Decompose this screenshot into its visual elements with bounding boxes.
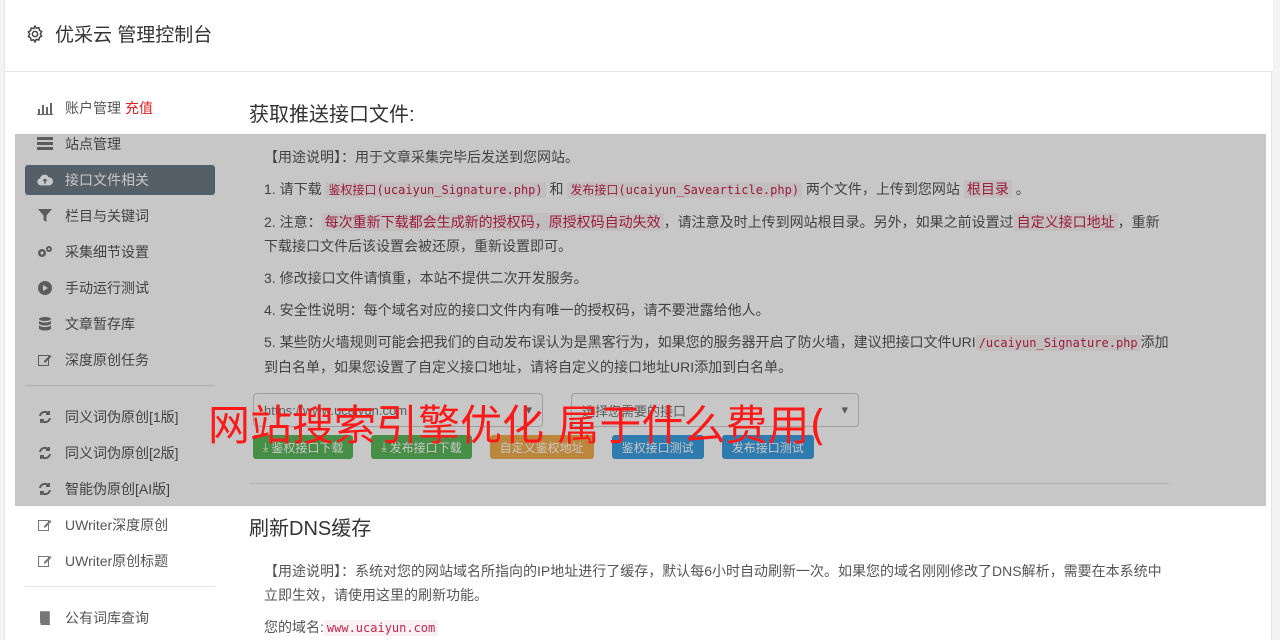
sidebar-item-synonym-v1[interactable]: 同义词伪原创[1版]	[25, 402, 215, 432]
sidebar: 账户管理 充值 站点管理 接口文件相关 栏目与关键词 采集细节设置 手动运行测试…	[25, 93, 215, 639]
usage-text: ：用于文章采集完毕后发送到您网站。	[341, 149, 579, 165]
sidebar-item-label: UWriter原创标题	[65, 553, 169, 569]
sidebar-item-label: 采集细节设置	[65, 244, 149, 260]
sidebar-item-uwriter-deep[interactable]: UWriter深度原创	[25, 510, 215, 540]
domain-value: www.ucaiyun.com	[323, 620, 439, 636]
sidebar-item-label: 深度原创任务	[65, 352, 149, 368]
sidebar-item-uwriter-title[interactable]: UWriter原创标题	[25, 546, 215, 576]
sidebar-item-deep-original[interactable]: 深度原创任务	[25, 345, 215, 375]
sidebar-item-label: 栏目与关键词	[65, 208, 149, 224]
chevron-down-icon: ▾	[841, 402, 848, 417]
edit-icon	[37, 553, 53, 569]
instruction-3: 3. 修改接口文件请慎重，本站不提供二次开发服务。	[264, 270, 588, 286]
top-bar: 优采云 管理控制台	[5, 0, 1273, 72]
refresh-icon	[37, 409, 53, 425]
section-title-dns: 刷新DNS缓存	[249, 518, 372, 540]
warning-highlight: 每次重新下载都会生成新的授权码，原授权码自动失效	[321, 213, 664, 231]
main-content: 获取推送接口文件: 【用途说明】：用于文章采集完毕后发送到您网站。 1. 请下载…	[249, 98, 1169, 640]
usage-label: 【用途说明】	[264, 563, 341, 579]
publish-file-name: 发布接口(ucaiyun_Savearticle.php)	[567, 182, 803, 198]
signature-uri: /ucaiyun_Signature.php	[975, 335, 1141, 351]
sidebar-item-public-thesaurus[interactable]: 公有词库查询	[25, 603, 215, 633]
instruction-4: 4. 安全性说明：每个域名对应的接口文件内有唯一的授权码，请不要泄露给他人。	[264, 302, 770, 318]
sidebar-item-label: 同义词伪原创[1版]	[65, 409, 179, 425]
instruction-1: 1. 请下载 鉴权接口(ucaiyun_Signature.php) 和 发布接…	[249, 177, 1169, 202]
sidebar-item-sites[interactable]: 站点管理	[25, 129, 215, 159]
domain-row: 您的域名: www.ucaiyun.com	[249, 615, 1169, 640]
usage-label: 【用途说明】	[264, 149, 341, 165]
database-icon	[37, 316, 53, 332]
instruction-5: 5. 某些防火墙规则可能会把我们的自动发布误认为是黑客行为，如果您的服务器开启了…	[249, 330, 1169, 379]
sidebar-item-label: 同义词伪原创[2版]	[65, 445, 179, 461]
sidebar-item-label: 接口文件相关	[65, 172, 149, 188]
dns-usage-note: 【用途说明】：系统对您的网站域名所指向的IP地址进行了缓存，默认每6小时自动刷新…	[249, 559, 1169, 607]
sidebar-item-label: 账户管理	[65, 100, 121, 116]
cogs-icon	[37, 244, 53, 260]
app-title: 优采云 管理控制台	[55, 25, 213, 46]
filter-icon	[37, 208, 53, 224]
sidebar-item-label: 公有词库查询	[65, 610, 149, 626]
text: 。	[1011, 181, 1030, 197]
section-title-push-files: 获取推送接口文件:	[249, 104, 415, 126]
brand[interactable]: 优采云 管理控制台	[25, 20, 212, 47]
section-divider	[249, 483, 1169, 484]
sidebar-item-label: 站点管理	[65, 136, 121, 152]
sidebar-item-article-store[interactable]: 文章暂存库	[25, 309, 215, 339]
domain-label: 您的域名:	[264, 619, 324, 635]
list-icon	[37, 136, 53, 152]
sidebar-divider	[25, 385, 215, 386]
edit-icon	[37, 352, 53, 368]
book-icon	[37, 610, 53, 626]
recharge-link[interactable]: 充值	[125, 98, 153, 118]
root-dir-label: 根目录	[963, 180, 1012, 198]
sidebar-item-interface-files[interactable]: 接口文件相关	[25, 165, 215, 195]
sidebar-item-label: UWriter深度原创	[65, 517, 169, 533]
gear-icon	[27, 24, 43, 43]
sidebar-divider	[25, 586, 215, 587]
text: 5. 某些防火墙规则可能会把我们的自动发布误认为是黑客行为，如果您的服务器开启了…	[264, 334, 976, 350]
instruction-2: 2. 注意： 每次重新下载都会生成新的授权码，原授权码自动失效 ，请注意及时上传到网…	[249, 210, 1169, 258]
app-frame: 优采云 管理控制台 账户管理 充值 站点管理 接口文件相关 栏目与关键词 采集细…	[4, 0, 1273, 640]
sidebar-item-synonym-v2[interactable]: 同义词伪原创[2版]	[25, 438, 215, 468]
text: 1. 请下载	[264, 181, 326, 197]
watermark-text: 网站搜索引擎优化 属于什么费用(	[208, 401, 826, 450]
sidebar-item-collect-settings[interactable]: 采集细节设置	[25, 237, 215, 267]
play-icon	[37, 280, 53, 296]
custom-url-highlight: 自定义接口地址	[1013, 213, 1118, 231]
sidebar-item-label: 手动运行测试	[65, 280, 149, 296]
refresh-icon	[37, 445, 53, 461]
usage-text: ：系统对您的网站域名所指向的IP地址进行了缓存，默认每6小时自动刷新一次。如果您…	[264, 563, 1162, 603]
auth-file-name: 鉴权接口(ucaiyun_Signature.php)	[325, 182, 546, 198]
sidebar-item-account[interactable]: 账户管理 充值	[25, 93, 215, 123]
sidebar-item-manual-run[interactable]: 手动运行测试	[25, 273, 215, 303]
usage-note: 【用途说明】：用于文章采集完毕后发送到您网站。	[249, 145, 1169, 169]
text: 两个文件，上传到您网站	[802, 181, 964, 197]
text: 和	[545, 181, 568, 197]
sidebar-item-smart-ai[interactable]: 智能伪原创[AI版]	[25, 474, 215, 504]
cloud-upload-icon	[37, 172, 53, 188]
bar-chart-icon	[37, 100, 53, 116]
text: 2. 注意：	[264, 214, 322, 230]
refresh-icon	[37, 481, 53, 497]
edit-icon	[37, 517, 53, 533]
sidebar-item-columns-keywords[interactable]: 栏目与关键词	[25, 201, 215, 231]
sidebar-item-label: 文章暂存库	[65, 316, 135, 332]
sidebar-item-label: 智能伪原创[AI版]	[65, 481, 171, 497]
text: ，请注意及时上传到网站根目录。另外，如果之前设置过	[663, 214, 1014, 230]
